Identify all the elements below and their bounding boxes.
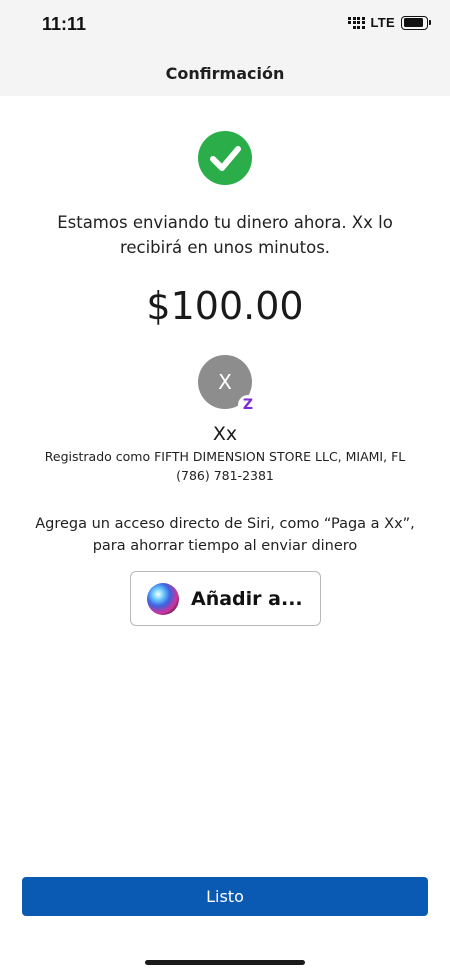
add-to-siri-label: Añadir a... bbox=[191, 587, 303, 610]
add-to-siri-button[interactable]: Añadir a... bbox=[130, 571, 321, 626]
status-icons: LTE bbox=[348, 15, 431, 30]
recipient-name: Xx bbox=[212, 423, 238, 445]
confirmation-message: Estamos enviando tu dinero ahora. Xx lo … bbox=[57, 213, 393, 257]
amount: $100.00 bbox=[146, 284, 304, 328]
status-time: 11:11 bbox=[42, 14, 87, 34]
done-button[interactable]: Listo bbox=[22, 877, 428, 916]
status-bar: 11:11 LTE bbox=[0, 0, 450, 50]
home-indicator[interactable] bbox=[145, 960, 305, 965]
siri-icon bbox=[147, 582, 179, 615]
recipient-registered: Registrado como FIFTH DIMENSION STORE LL… bbox=[44, 449, 406, 464]
zelle-icon: Z bbox=[238, 395, 258, 415]
recipient-phone: (786) 781-2381 bbox=[176, 468, 274, 483]
done-button-label: Listo bbox=[206, 887, 244, 906]
avatar-initial: X bbox=[218, 370, 232, 394]
network-type: LTE bbox=[370, 15, 395, 30]
page-title: Confirmación bbox=[165, 63, 285, 83]
siri-shortcut-prompt: Agrega un acceso directo de Siri, como “… bbox=[35, 516, 415, 554]
check-circle-icon bbox=[198, 131, 252, 185]
nav-bar: Confirmación bbox=[0, 50, 450, 96]
battery-icon bbox=[401, 15, 431, 30]
signal-icon bbox=[348, 16, 365, 29]
zelle-glyph: Z bbox=[242, 397, 254, 413]
